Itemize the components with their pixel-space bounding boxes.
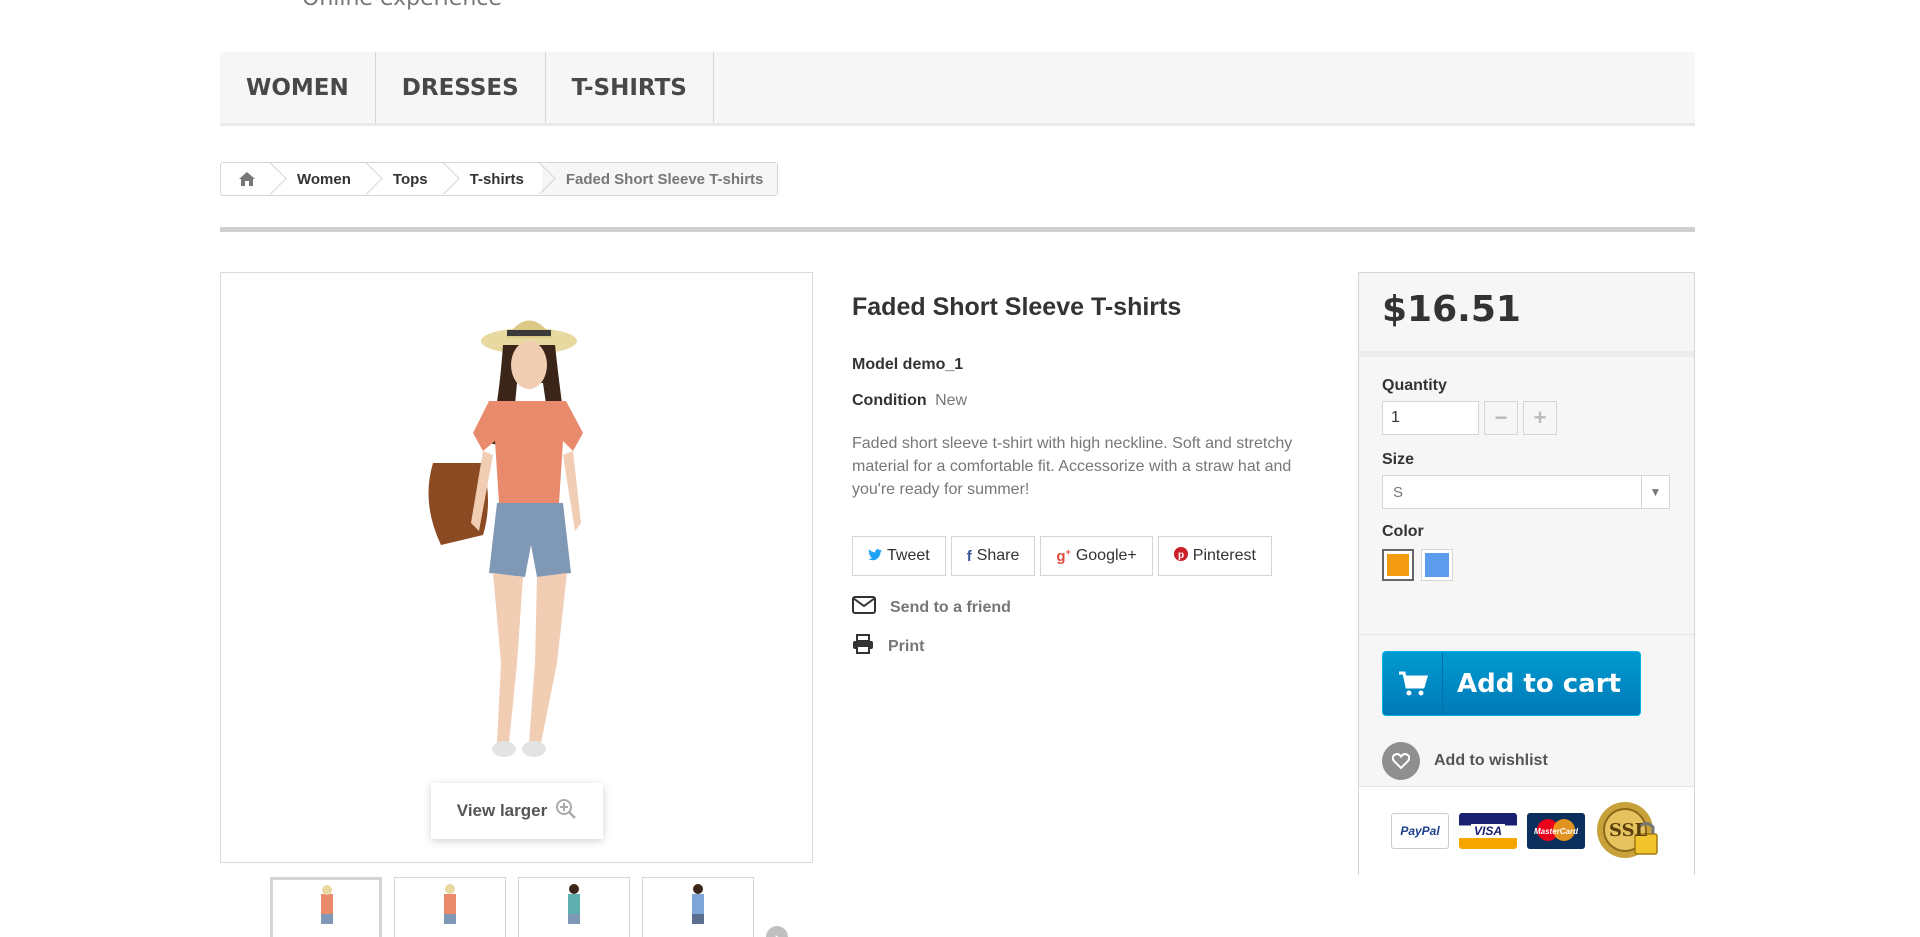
visa-logo: VISA [1459,813,1517,849]
shop-tagline: Online experience [302,0,502,11]
google-plus-icon: g+ [1056,547,1071,565]
size-label: Size [1382,451,1415,468]
color-swatches [1382,549,1671,581]
product-description: Faded short sleeve t-shirt with high nec… [852,435,1293,498]
thumbnail-3[interactable] [518,877,630,937]
pinterest-button[interactable]: p Pinterest [1157,536,1272,576]
facebook-share-button[interactable]: f Share [950,536,1036,576]
price-section: $16.51 [1359,273,1694,357]
color-swatch-orange[interactable] [1382,549,1414,581]
heart-icon [1382,742,1420,780]
add-to-wishlist-label: Add to wishlist [1434,752,1548,769]
plus-icon[interactable]: + [1523,401,1557,435]
facebook-icon: f [966,547,972,565]
breadcrumb-current: Faded Short Sleeve T-shirts [541,163,778,195]
condition-label: Condition [852,392,927,409]
social-share: Tweet f Share g+ Google+ p Pinterest [852,536,1272,576]
ssl-badge: SSL [1595,798,1661,864]
send-to-friend-label: Send to a friend [890,598,1011,616]
pinterest-label: Pinterest [1192,547,1256,564]
buy-box: $16.51 Quantity − + Size S ▼ Color Add t… [1358,272,1695,875]
divider [220,227,1695,232]
size-value: S [1393,483,1404,501]
thumbnail-4[interactable] [642,877,754,937]
menu-item-dresses[interactable]: DRESSES [376,52,546,123]
breadcrumb: Women Tops T-shirts Faded Short Sleeve T… [220,162,779,196]
ssl-label: SSL [1609,820,1648,841]
twitter-icon [868,548,882,565]
thumbnail-2[interactable] [394,877,506,937]
quantity-label: Quantity [1382,377,1447,394]
mastercard-logo: MasterCard [1527,813,1585,849]
quantity-input[interactable] [1382,401,1479,435]
product-price: $16.51 [1382,289,1521,330]
visa-label: VISA [1470,824,1505,838]
shopping-cart-icon [1383,652,1443,715]
add-to-cart-label: Add to cart [1457,668,1621,699]
view-larger-label: View larger [456,801,548,820]
product-model: Model demo_1 [852,356,964,373]
add-to-wishlist-link[interactable]: Add to wishlist [1382,742,1671,780]
color-swatch-blue[interactable] [1421,549,1453,581]
payment-logos: PayPal VISA MasterCard SSL [1359,787,1694,875]
model-figure [428,320,583,757]
size-select[interactable]: S ▼ [1382,475,1670,509]
cart-section: Add to cart Add to wishlist [1359,635,1694,787]
view-larger-button[interactable]: View larger [431,783,603,839]
mastercard-label: MasterCard [1533,826,1578,836]
google-plus-button[interactable]: g+ Google+ [1040,536,1153,576]
zoom-in-icon [555,798,577,825]
chevron-down-icon: ▼ [1641,476,1669,508]
thumbnail-list [270,877,754,937]
top-menu: WOMEN DRESSES T-SHIRTS [220,52,1695,126]
add-to-cart-button[interactable]: Add to cart [1382,651,1641,716]
svg-text:p: p [1178,550,1184,561]
pinterest-icon: p [1173,547,1188,565]
product-image[interactable]: View larger [220,272,813,863]
minus-icon[interactable]: − [1484,401,1518,435]
tweet-button[interactable]: Tweet [852,536,946,576]
condition-value: New [935,392,968,409]
send-to-friend-link[interactable]: Send to a friend [852,596,1011,619]
product-condition: Condition New [852,392,967,410]
google-label: Google+ [1075,547,1137,564]
printer-icon [852,634,874,659]
paypal-logo: PayPal [1391,813,1449,849]
quantity-controls: − + [1382,401,1671,435]
thumbnail-1[interactable] [270,877,382,937]
envelope-icon [852,596,876,619]
share-label: Share [976,547,1020,564]
print-label: Print [888,637,925,655]
options-section: Quantity − + Size S ▼ Color [1359,357,1694,635]
print-link[interactable]: Print [852,634,924,659]
next-thumbnail-icon[interactable]: › [766,926,788,937]
product-title: Faded Short Sleeve T-shirts [852,293,1182,321]
menu-item-women[interactable]: WOMEN [220,52,376,123]
color-label: Color [1382,523,1424,540]
tweet-label: Tweet [887,547,930,564]
menu-item-tshirts[interactable]: T-SHIRTS [546,52,714,123]
